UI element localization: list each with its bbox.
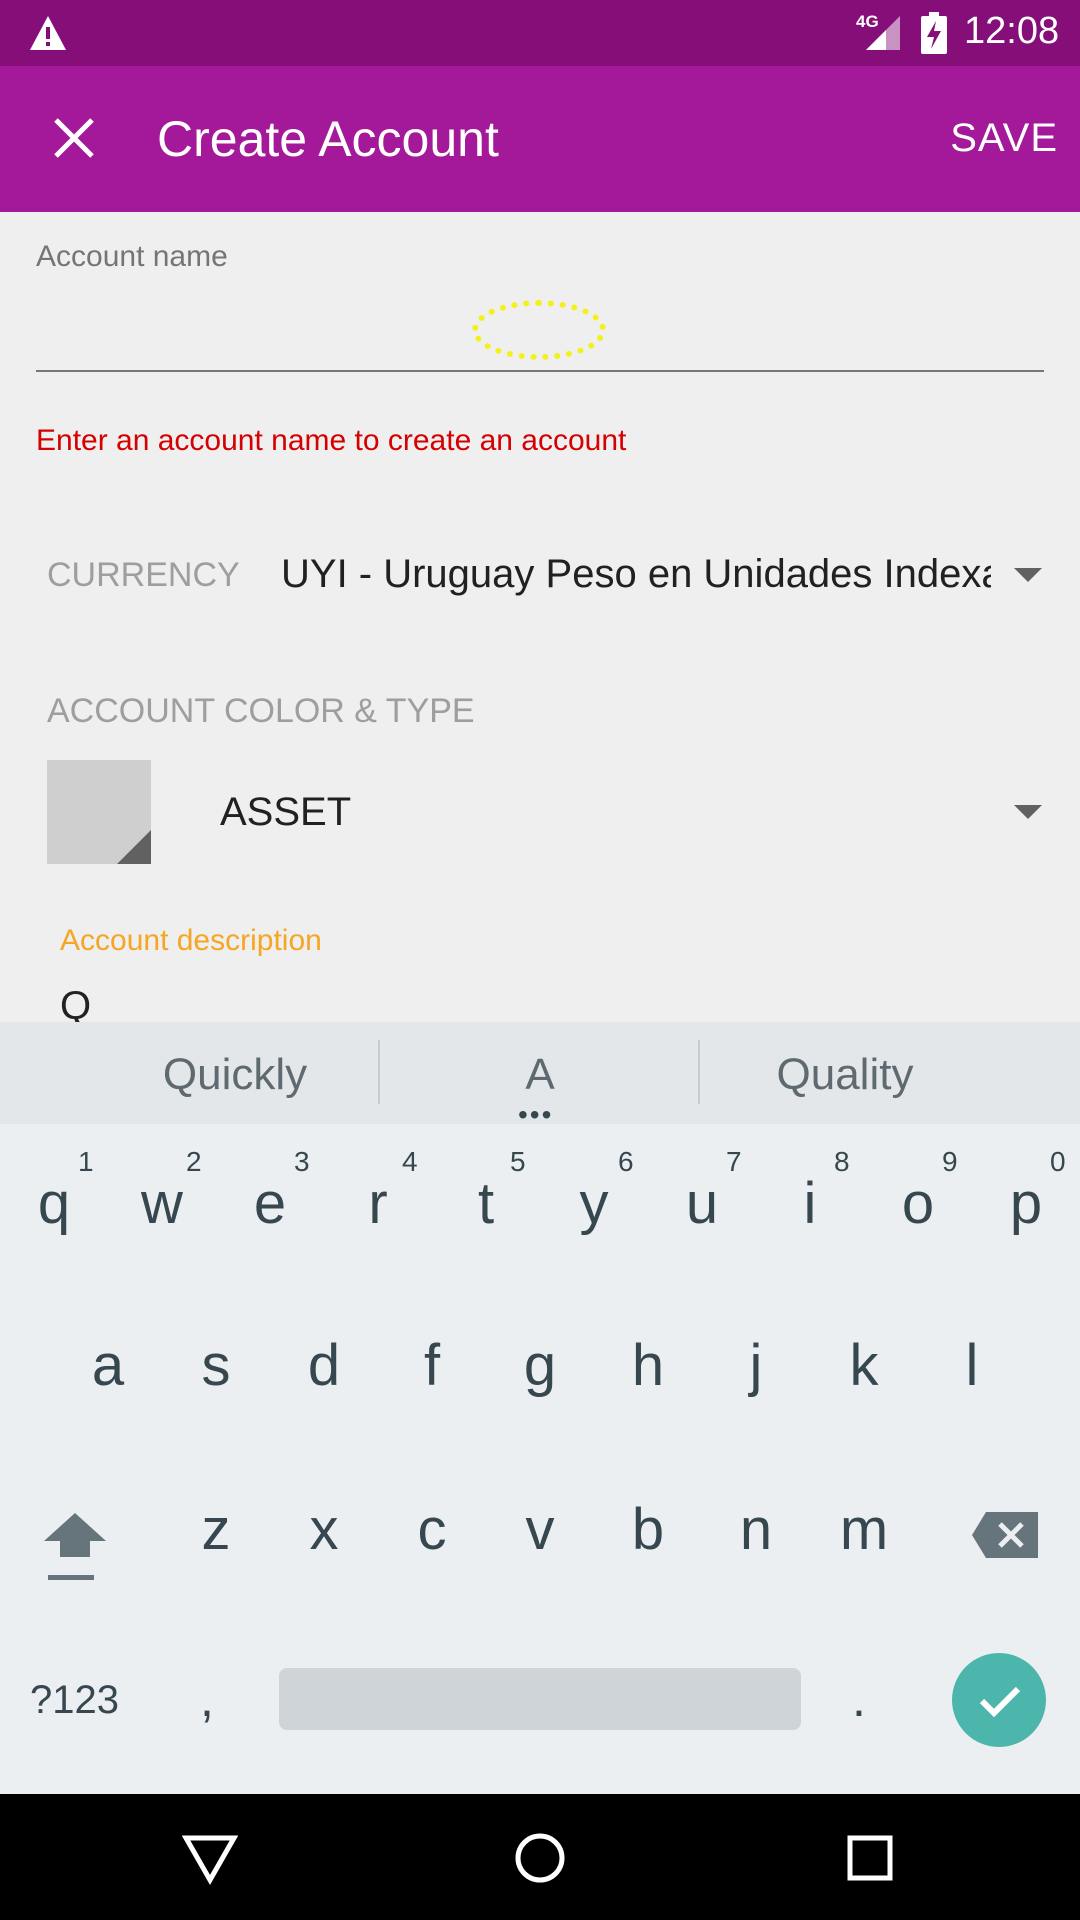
currency-spinner[interactable]: UYI - Uruguay Peso en Unidades Indexadas [281,552,991,597]
key-u[interactable]: u [652,1170,752,1237]
suggestion-item[interactable]: Quickly [110,1050,360,1100]
space-key[interactable] [279,1668,801,1730]
signal-icon [866,16,900,50]
save-button[interactable]: SAVE [950,116,1058,161]
recents-icon[interactable] [842,1830,898,1886]
app-toolbar: Create Account SAVE [0,66,1080,212]
soft-keyboard: Quickly A Quality ••• 1 2 3 4 5 6 7 8 9 … [0,1022,1080,1794]
account-description-label: Account description [60,924,322,957]
key-n[interactable]: n [706,1496,806,1563]
swatch-corner-icon [117,830,151,864]
account-type-spinner[interactable]: ASSET [220,790,351,835]
battery-charging-icon [921,12,947,54]
key-g[interactable]: g [490,1332,590,1399]
key-r[interactable]: r [328,1170,428,1237]
checkmark-icon [979,1686,1021,1718]
key-s[interactable]: s [166,1332,266,1399]
key-t[interactable]: t [436,1170,536,1237]
key-j[interactable]: j [706,1332,806,1399]
backspace-key-icon[interactable] [970,1510,1040,1560]
key-x[interactable]: x [274,1496,374,1563]
key-e[interactable]: e [220,1170,320,1237]
enter-key[interactable] [952,1653,1046,1747]
account-color-swatch[interactable] [47,760,151,864]
shift-key-icon[interactable] [40,1507,110,1587]
key-q[interactable]: q [4,1170,104,1237]
comma-key[interactable]: , [200,1670,214,1728]
key-c[interactable]: c [382,1496,482,1563]
suggestion-item[interactable]: Quality [720,1050,970,1100]
home-icon[interactable] [512,1830,568,1886]
key-h[interactable]: h [598,1332,698,1399]
key-z[interactable]: z [166,1496,266,1563]
key-f[interactable]: f [382,1332,482,1399]
currency-label: CURRENCY [47,556,240,594]
page-title: Create Account [157,111,499,167]
back-icon[interactable] [182,1830,238,1886]
key-d[interactable]: d [274,1332,374,1399]
suggestion-divider [378,1040,380,1104]
touch-indicator [472,300,606,360]
navigation-bar [0,1794,1080,1920]
close-icon[interactable] [48,112,100,164]
suggestion-divider [698,1040,700,1104]
account-description-input[interactable]: Q [60,984,91,1022]
key-b[interactable]: b [598,1496,698,1563]
warning-icon [30,16,66,50]
status-bar: 4G 12:08 [0,0,1080,66]
key-p[interactable]: p [976,1170,1076,1237]
key-l[interactable]: l [922,1332,1022,1399]
key-m[interactable]: m [814,1496,914,1563]
clock: 12:08 [964,10,1060,52]
key-k[interactable]: k [814,1332,914,1399]
key-o[interactable]: o [868,1170,968,1237]
more-suggestions-icon[interactable]: ••• [518,1101,553,1129]
key-y[interactable]: y [544,1170,644,1237]
dropdown-arrow-icon[interactable] [1014,805,1042,819]
key-a[interactable]: a [58,1332,158,1399]
key-w[interactable]: w [112,1170,212,1237]
key-i[interactable]: i [760,1170,860,1237]
account-name-error: Enter an account name to create an accou… [36,424,627,457]
symbols-key[interactable]: ?123 [30,1678,119,1723]
suggestion-item[interactable]: A [410,1050,670,1100]
account-name-label: Account name [36,240,228,273]
dropdown-arrow-icon[interactable] [1014,568,1042,582]
account-color-type-label: ACCOUNT COLOR & TYPE [47,692,475,730]
suggestion-strip: Quickly A Quality ••• [0,1022,1080,1129]
period-key[interactable]: . [852,1670,866,1728]
key-v[interactable]: v [490,1496,590,1563]
